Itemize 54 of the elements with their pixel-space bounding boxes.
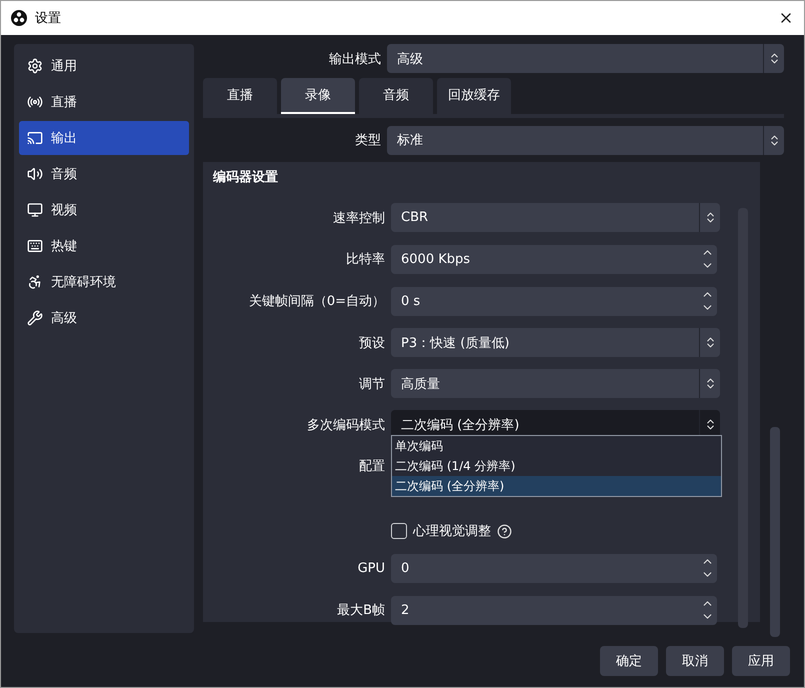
monitor-icon [27,202,43,218]
sidebar-item[interactable]: 视频 [19,193,189,227]
accessibility-icon [27,274,43,290]
field-label: 输出模式 [328,50,381,68]
field-label: 关键帧间隔（0=自动） [248,293,385,310]
scrollbar[interactable] [738,208,748,628]
dropdown[interactable]: P3：快速 (质量低) [391,328,720,357]
dialog-button[interactable]: 取消 [666,646,724,676]
sidebar-item[interactable]: 音频 [19,157,189,191]
wrench-icon [27,310,43,326]
tab[interactable]: 录像 [281,78,355,114]
scrollbar-thumb[interactable] [770,427,780,637]
spin-box[interactable]: 0 [391,554,717,582]
spin-box[interactable]: 0 s [391,286,717,316]
window-title: 设置 [35,10,62,27]
app-logo-icon [11,10,27,26]
field-label: 类型 [354,132,381,149]
sidebar-item[interactable]: 热键 [19,229,189,263]
keyboard-icon [27,238,43,254]
antenna-icon [27,94,43,110]
dropdown[interactable]: CBR [391,203,720,232]
dropdown[interactable]: 标准 [387,126,784,154]
sidebar-item[interactable]: 无障碍环境 [19,265,189,299]
dialog-button[interactable]: 应用 [732,646,790,676]
menu-option[interactable]: 单次编码 [392,436,721,456]
sidebar-item[interactable]: 高级 [19,301,189,335]
speaker-icon [27,166,43,182]
help-icon[interactable] [497,524,512,538]
screen-icon [27,130,43,146]
checkbox-label: 心理视觉调整 [413,523,491,540]
checkbox[interactable] [391,523,407,539]
dropdown[interactable]: 高质量 [391,369,720,398]
group-title: 编码器设置 [212,168,279,187]
field-label: 预设 [358,334,385,352]
dialog-button[interactable]: 确定 [600,646,658,676]
field-label: 多次编码模式 [306,416,385,434]
field-label: 调节 [358,376,385,392]
tab[interactable]: 音频 [359,78,433,114]
sidebar-item[interactable]: 直播 [19,85,189,119]
settings-icon [27,58,43,74]
sidebar-item[interactable]: 输出 [19,121,189,155]
field-label: 配置 [358,458,385,475]
menu-option[interactable]: 二次编码 (全分辨率) [392,476,721,496]
field-label: 最大B帧 [336,602,385,619]
tab[interactable]: 回放缓存 [437,78,511,114]
field-label: GPU [356,560,385,576]
dropdown[interactable]: 高级 [387,44,784,73]
field-label: 速率控制 [332,210,385,226]
field-label: 比特率 [345,251,385,268]
menu-option[interactable]: 二次编码 (1/4 分辨率) [392,456,721,476]
spin-box[interactable]: 6000 Kbps [391,244,717,274]
sidebar-item[interactable]: 通用 [19,49,189,83]
tab[interactable]: 直播 [203,78,277,114]
spin-box[interactable]: 2 [391,596,717,624]
